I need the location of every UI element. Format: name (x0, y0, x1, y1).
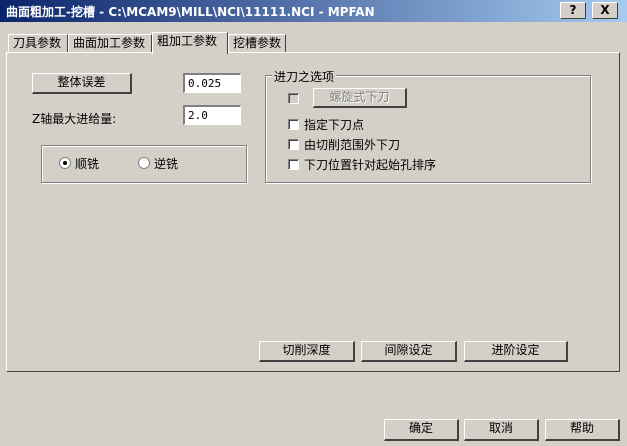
outside-boundary-checkbox[interactable] (288, 139, 299, 150)
cancel-button[interactable]: 取消 (464, 419, 539, 441)
window-title: 曲面粗加工-挖槽 - C:\MCAM9\MILL\NCI\11111.NCI -… (6, 5, 375, 19)
climb-label: 顺铣 (75, 157, 100, 171)
specify-point-checkbox[interactable] (288, 119, 299, 130)
help-button[interactable]: 帮助 (545, 419, 620, 441)
help-title-button[interactable]: ? (560, 2, 586, 19)
advanced-settings-button[interactable]: 进阶设定 (464, 341, 568, 362)
ok-button[interactable]: 确定 (384, 419, 459, 441)
title-bar: 曲面粗加工-挖槽 - C:\MCAM9\MILL\NCI\11111.NCI -… (0, 0, 627, 22)
specify-point-label: 指定下刀点 (304, 118, 365, 132)
tab-pocket-params[interactable]: 挖槽参数 (228, 34, 286, 52)
cut-direction-group: 顺铣 逆铣 (41, 145, 247, 183)
tolerance-input[interactable]: 0.025 (183, 73, 241, 93)
helix-checkbox[interactable] (288, 93, 299, 104)
sort-holes-label: 下刀位置针对起始孔排序 (304, 158, 437, 172)
sort-holes-checkbox[interactable] (288, 159, 299, 170)
climb-radio[interactable] (59, 157, 71, 169)
tab-panel: 整体误差 0.025 Z轴最大进给量: 2.0 顺铣 逆铣 进刀之选项 螺旋式下… (6, 52, 620, 372)
z-step-label: Z轴最大进给量: (32, 112, 117, 126)
tolerance-button[interactable]: 整体误差 (32, 73, 132, 94)
cut-depth-button[interactable]: 切削深度 (259, 341, 355, 362)
close-title-button[interactable]: X (592, 2, 618, 19)
entry-options-title: 进刀之选项 (272, 68, 337, 85)
conventional-label: 逆铣 (154, 157, 179, 171)
outside-boundary-label: 由切削范围外下刀 (304, 138, 401, 152)
tab-tool-params[interactable]: 刀具参数 (8, 34, 68, 52)
entry-options-group: 进刀之选项 螺旋式下刀 指定下刀点 由切削范围外下刀 下刀位置针对起始孔排序 (265, 68, 591, 183)
conventional-radio[interactable] (138, 157, 150, 169)
dialog-window: 曲面粗加工-挖槽 - C:\MCAM9\MILL\NCI\11111.NCI -… (0, 0, 627, 446)
gap-settings-button[interactable]: 间隙设定 (361, 341, 457, 362)
z-step-input[interactable]: 2.0 (183, 105, 241, 125)
tab-surface-params[interactable]: 曲面加工参数 (68, 34, 152, 52)
helix-button[interactable]: 螺旋式下刀 (313, 88, 407, 108)
tab-rough-params[interactable]: 粗加工参数 (152, 32, 228, 54)
